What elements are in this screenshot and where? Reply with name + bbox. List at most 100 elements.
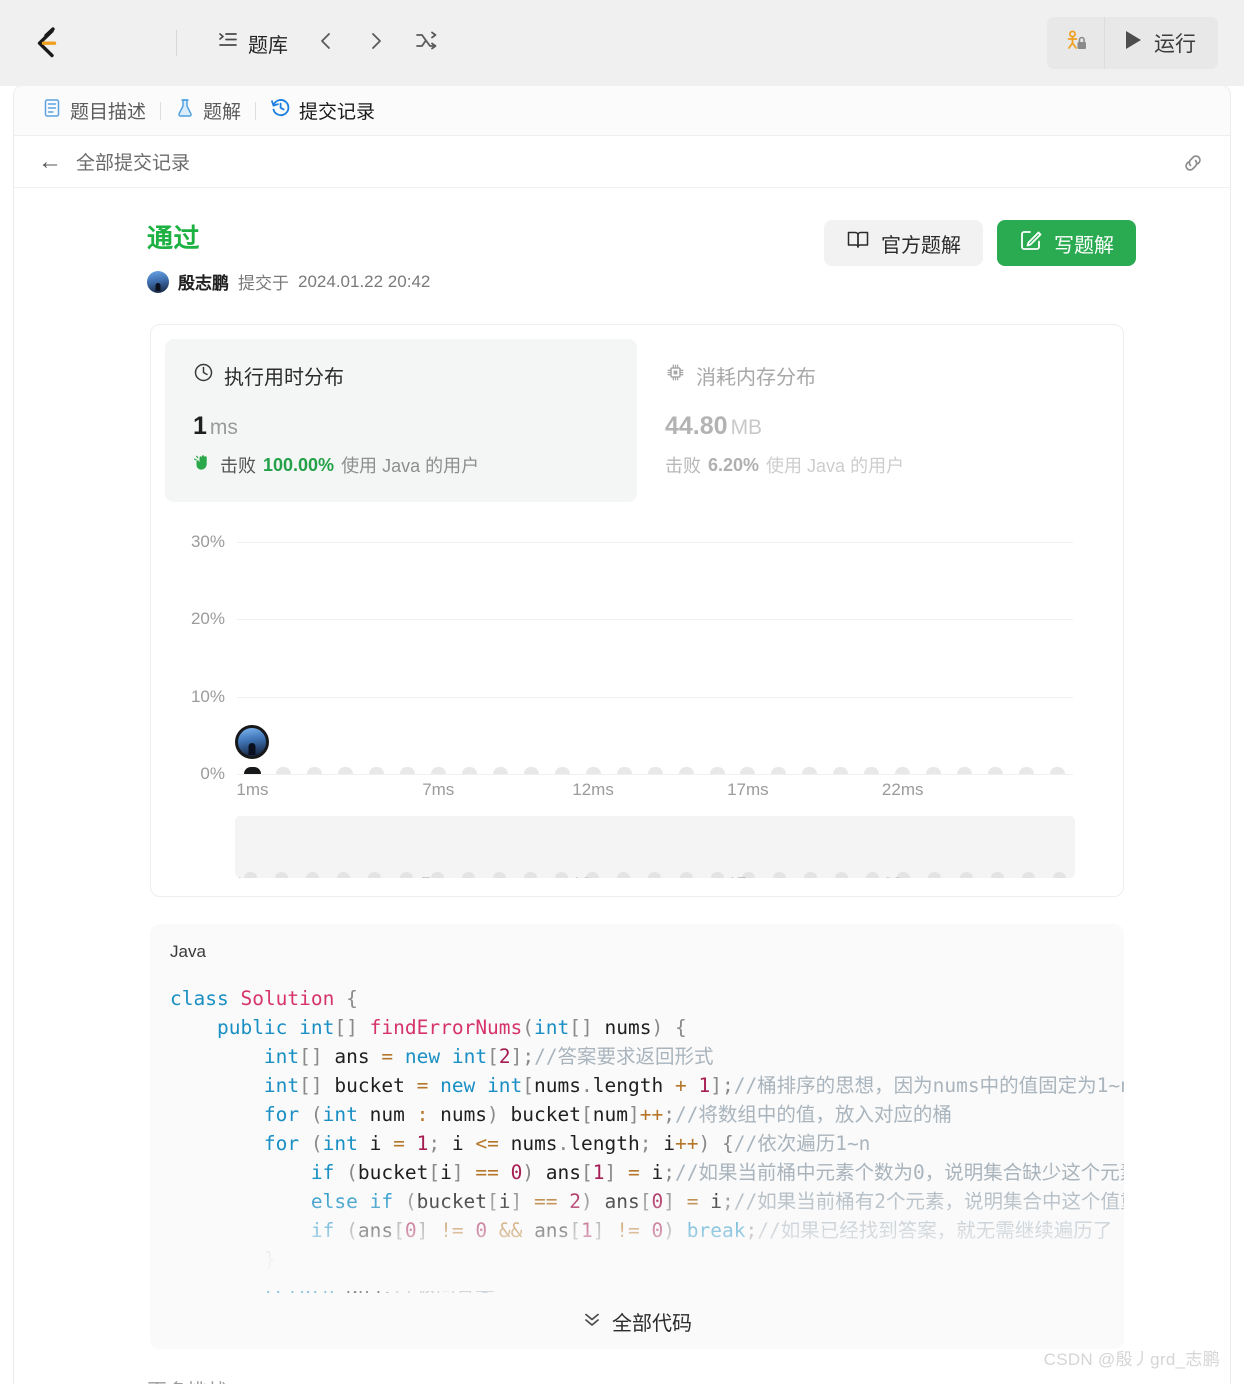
memory-stat-box[interactable]: 消耗内存分布 44.80 MB 击败 6.20% 使用 Java 的用户 <box>637 339 1109 502</box>
chart-bar-slot[interactable] <box>361 767 392 774</box>
chart-bar <box>554 767 570 774</box>
code-line: for (int num : nums) bucket[num]++;//将数组… <box>263 1103 952 1126</box>
minimap-bar-slot <box>484 872 515 878</box>
memory-beat-row: 击败 6.20% 使用 Java 的用户 <box>665 452 1083 478</box>
chart-bar-slot[interactable] <box>918 767 949 774</box>
submitted-timestamp: 2024.01.22 20:42 <box>298 271 431 291</box>
minimap-bar-slot <box>359 872 390 878</box>
runtime-beat-row: 击败 100.00% 使用 Java 的用户 <box>193 452 611 478</box>
chart-bar-slot[interactable] <box>794 767 825 774</box>
stats-card: 执行用时分布 1 ms 击败 100.00% 使用 Java 的用户 消耗内存分… <box>150 324 1124 897</box>
chart-bar-slot[interactable] <box>578 767 609 774</box>
chart-bar-slot[interactable] <box>1042 767 1073 774</box>
tab-description[interactable]: 题目描述 <box>32 97 156 124</box>
tab-solutions[interactable]: 题解 <box>165 97 251 124</box>
status-badge: 通过 <box>147 223 201 253</box>
write-solution-button[interactable]: 写题解 <box>997 220 1136 266</box>
flask-icon <box>175 98 195 124</box>
leetcode-logo-icon[interactable] <box>24 20 70 66</box>
chart-bar-slot[interactable] <box>1011 767 1042 774</box>
chart-bar-slot[interactable] <box>423 767 454 774</box>
chart-bar-slot[interactable] <box>763 767 794 774</box>
chart-minimap-scrollbar[interactable]: 1ms 7ms 12ms 17ms 22ms <box>235 816 1075 878</box>
nav-divider <box>176 30 177 56</box>
chart-bar <box>988 767 1004 774</box>
chart-bar-slot[interactable] <box>268 767 299 774</box>
chart-bar-slot[interactable] <box>887 767 918 774</box>
chart-bar <box>647 767 663 774</box>
minimap-bar <box>524 872 538 878</box>
chart-bar <box>461 767 477 774</box>
minimap-bar-slot <box>826 872 857 878</box>
minimap-bar-slot <box>328 872 359 878</box>
chart-y-tick-label: 30% <box>190 531 225 551</box>
minimap-bar-slot <box>453 872 484 878</box>
chart-bar-slot[interactable] <box>299 767 330 774</box>
prev-problem-button[interactable] <box>306 23 346 63</box>
arrow-left-icon[interactable]: ← <box>38 149 62 174</box>
submitted-prefix: 提交于 <box>238 274 289 293</box>
chart-bar-slot[interactable] <box>235 724 270 774</box>
code-line: int[] bucket = new int[nums.length + 1];… <box>263 1074 1124 1097</box>
chart-bar-slot[interactable] <box>516 767 547 774</box>
chart-bar-slot[interactable] <box>949 767 980 774</box>
chart-bar-slot[interactable] <box>980 767 1011 774</box>
subheader-title: 全部提交记录 <box>76 153 191 174</box>
stats-header-row: 执行用时分布 1 ms 击败 100.00% 使用 Java 的用户 消耗内存分… <box>165 339 1109 502</box>
runtime-stat-box[interactable]: 执行用时分布 1 ms 击败 100.00% 使用 Java 的用户 <box>165 339 637 502</box>
submission-status-row: 通过 殷志鹏 提交于 2024.01.22 20:42 官方题解 写题解 <box>14 214 1230 294</box>
main-panel: 题目描述 题解 提交记录 ← 全部提交记录 通过 殷志鹏 提交于 2024.01… <box>14 86 1230 1384</box>
chart-bar <box>895 767 911 774</box>
chart-bar-slot[interactable] <box>392 767 423 774</box>
memory-beat-label: 击败 <box>665 456 701 476</box>
minimap-bar <box>959 872 973 878</box>
next-problem-button[interactable] <box>356 23 396 63</box>
memory-unit: MB <box>730 416 763 439</box>
runtime-unit: ms <box>209 416 238 439</box>
history-icon <box>270 97 291 124</box>
minimap-tick-label: 22ms <box>883 874 925 878</box>
expand-code-button[interactable]: 全部代码 <box>150 1293 1124 1349</box>
minimap-bar <box>492 872 506 878</box>
chart-x-tick-label: 1ms <box>236 780 269 799</box>
chart-bar-slot[interactable] <box>485 767 516 774</box>
tab-separator <box>160 101 162 120</box>
write-solution-label: 写题解 <box>1054 234 1114 257</box>
minimap-bar <box>679 872 693 878</box>
minimap-bar <box>1052 872 1066 878</box>
chart-bar-slot[interactable] <box>856 767 887 774</box>
runtime-stat-title-row: 执行用时分布 <box>193 361 611 390</box>
official-solution-button[interactable]: 官方题解 <box>824 220 983 266</box>
page-root: 题库 运行 题目描述 题解 提交记录 ← 全部提交记录 通过 殷志鹏 提交于 2… <box>0 0 1244 1384</box>
chart-bar-slot[interactable] <box>702 767 733 774</box>
run-button[interactable]: 运行 <box>1105 17 1218 69</box>
tab-solutions-label: 题解 <box>203 102 242 123</box>
problemset-nav-button[interactable]: 题库 <box>209 23 296 64</box>
chart-bar-slot[interactable] <box>733 767 764 774</box>
chart-bar-slot[interactable] <box>825 767 856 774</box>
chart-bar-slot[interactable] <box>609 767 640 774</box>
minimap-bar-slot <box>951 872 982 878</box>
chart-user-avatar-marker[interactable] <box>235 724 270 759</box>
debug-locked-button[interactable] <box>1047 17 1105 69</box>
random-problem-button[interactable] <box>406 23 446 63</box>
chart-bar-slot[interactable] <box>454 767 485 774</box>
link-icon[interactable] <box>1180 150 1206 181</box>
submission-user-name[interactable]: 殷志鹏 <box>178 269 229 294</box>
list-icon <box>217 29 239 57</box>
code-block[interactable]: class Solution { public int[] findErrorN… <box>150 962 1124 1332</box>
runtime-distribution-chart: 0% 10% 20% 30% 1ms 7ms 12ms 17ms 22ms 1ms 7ms 12m… <box>165 526 1109 878</box>
chart-bar-slot[interactable] <box>671 767 702 774</box>
minimap-bar-slot <box>795 872 826 878</box>
minimap-bar <box>368 872 382 878</box>
minimap-bar-slot <box>391 872 422 878</box>
runtime-beat-label: 击败 <box>220 456 256 476</box>
chart-bar-slot[interactable] <box>330 767 361 774</box>
avatar[interactable] <box>147 270 169 293</box>
chart-bar <box>430 767 446 774</box>
tab-submissions[interactable]: 提交记录 <box>260 97 385 124</box>
chart-bar-slot[interactable] <box>547 767 578 774</box>
chart-bar-slot[interactable] <box>640 767 671 774</box>
book-icon <box>846 228 870 258</box>
code-line: for (int i = 1; i <= nums.length; i++) {… <box>263 1132 871 1155</box>
